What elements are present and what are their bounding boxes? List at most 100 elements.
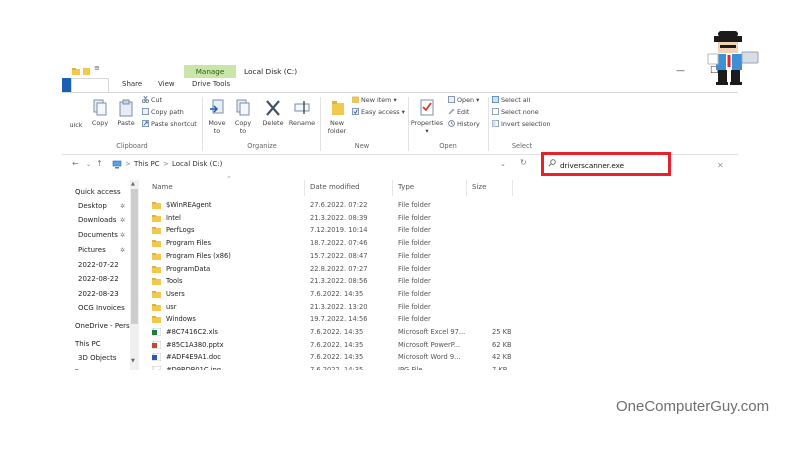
table-row[interactable]: Program Files 18.7.2022. 07:46 File folder	[146, 237, 738, 250]
word-file-icon	[152, 353, 161, 362]
select-all-label: Select all	[501, 96, 531, 104]
table-row[interactable]: Tools 21.3.2022. 08:56 File folder	[146, 275, 738, 288]
edit-button[interactable]: Edit	[448, 108, 469, 116]
back-arrow-icon[interactable]: ←	[72, 159, 79, 168]
nav-item[interactable]: This PC	[75, 340, 101, 348]
nav-item[interactable]: Quick access	[75, 188, 121, 196]
table-row[interactable]: Users 7.6.2022. 14:35 File folder	[146, 288, 738, 301]
tab-view[interactable]: View	[158, 80, 175, 88]
column-header-name[interactable]: Name	[152, 183, 173, 191]
move-to-button[interactable]: Move to	[206, 99, 228, 135]
copy-path-button[interactable]: Copy path	[142, 108, 184, 116]
nav-item[interactable]: 2022-07-22	[78, 261, 119, 269]
address-bar[interactable]: > This PC > Local Disk (C:)	[112, 157, 512, 172]
table-row[interactable]: usr 21.3.2022. 13:20 File folder	[146, 301, 738, 314]
column-divider[interactable]	[512, 180, 513, 196]
nav-item[interactable]: Documents	[78, 231, 118, 239]
select-none-button[interactable]: Select none	[492, 108, 539, 116]
nav-item[interactable]: s	[75, 367, 79, 370]
minimize-icon[interactable]: —	[676, 66, 685, 76]
tab-manage[interactable]: Manage	[184, 65, 236, 78]
nav-item[interactable]: Desktop	[78, 202, 107, 210]
folder-icon	[152, 214, 161, 222]
nav-item[interactable]: Downloads	[78, 216, 116, 224]
tab-drive-tools[interactable]: Drive Tools	[192, 80, 230, 88]
scroll-down-icon[interactable]: ▼	[131, 358, 135, 364]
table-row[interactable]: PerfLogs 7.12.2019. 10:14 File folder	[146, 224, 738, 237]
file-name-cell: #D9BDB01C.jpg	[166, 366, 221, 370]
pin-icon[interactable]: ✲	[120, 247, 125, 254]
column-header-date[interactable]: Date modified	[310, 183, 360, 191]
column-header-type[interactable]: Type	[398, 183, 414, 191]
new-folder-button[interactable]: New folder	[324, 99, 350, 135]
column-divider[interactable]	[466, 180, 467, 196]
table-row[interactable]: #ADF4E9A1.doc 7.6.2022. 14:35 Microsoft Wo…	[146, 351, 738, 364]
rename-button[interactable]: Rename	[288, 99, 316, 127]
pin-quick-access-button[interactable]: uick	[62, 121, 90, 129]
nav-item[interactable]: 3D Objects	[78, 354, 117, 362]
table-row[interactable]: #D9BDB01C.jpg 7.6.2022. 14:35 JPG File 7 KB	[146, 364, 738, 370]
nav-scrollbar[interactable]: ▲ ▼	[130, 180, 139, 370]
easy-access-button[interactable]: Easy access ▾	[352, 108, 405, 116]
date-modified-cell: 21.3.2022. 08:39	[310, 213, 368, 222]
pin-icon[interactable]: ✲	[120, 203, 125, 210]
file-name-cell: $WinREAgent	[166, 201, 212, 209]
new-item-button[interactable]: New item ▾	[352, 96, 397, 104]
paste-shortcut-button[interactable]: Paste shortcut	[142, 120, 197, 128]
invert-selection-button[interactable]: Invert selection	[492, 120, 551, 128]
recent-locations-icon[interactable]: ⌄	[86, 161, 91, 168]
address-dropdown-icon[interactable]: ⌄	[500, 160, 506, 168]
tab-home[interactable]	[71, 78, 109, 93]
table-row[interactable]: ProgramData 22.8.2022. 07:27 File folder	[146, 263, 738, 276]
file-type-cell: JPG File	[398, 366, 423, 370]
nav-item[interactable]: OCG Invoices	[78, 304, 125, 312]
pin-icon[interactable]: ✲	[120, 217, 125, 224]
pin-icon[interactable]: ✲	[120, 232, 125, 239]
quick-access-folder-icon[interactable]	[83, 67, 90, 75]
table-row[interactable]: $WinREAgent 27.6.2022. 07:22 File folder	[146, 199, 738, 212]
scroll-up-icon[interactable]: ▲	[131, 181, 135, 187]
file-type-cell: File folder	[398, 315, 431, 324]
table-row[interactable]: Program Files (x86) 15.7.2022. 08:47 File …	[146, 250, 738, 263]
open-button[interactable]: Open ▾	[448, 96, 479, 104]
column-divider[interactable]	[304, 180, 305, 196]
tab-share[interactable]: Share	[122, 80, 142, 88]
paste-button[interactable]: Paste	[114, 99, 138, 127]
column-divider[interactable]	[392, 180, 393, 196]
nav-item[interactable]: Pictures	[78, 246, 106, 254]
breadcrumb-this-pc[interactable]: This PC	[134, 160, 160, 168]
nav-item[interactable]: 2022-08-22	[78, 275, 119, 283]
column-header-size[interactable]: Size	[472, 183, 486, 191]
table-row[interactable]: Windows 19.7.2022. 14:56 File folder	[146, 313, 738, 326]
file-name-cell: Program Files	[166, 239, 212, 248]
nav-item[interactable]: OneDrive - Person	[75, 322, 138, 330]
file-type-cell: Microsoft Excel 97...	[398, 328, 466, 336]
sort-ascending-icon: ⌃	[226, 175, 232, 183]
copy-button[interactable]: Copy	[89, 99, 111, 127]
cut-button[interactable]: Cut	[142, 96, 162, 104]
select-all-button[interactable]: Select all	[492, 96, 530, 104]
customize-quick-access-icon[interactable]: ≡	[94, 64, 100, 72]
folder-icon	[152, 252, 161, 260]
paste-icon	[119, 99, 133, 117]
clear-search-icon[interactable]: ✕	[717, 161, 724, 170]
nav-scroll-thumb[interactable]	[131, 189, 138, 324]
folder-icon	[152, 202, 161, 209]
search-input[interactable]	[560, 159, 660, 171]
file-type-cell: File folder	[398, 201, 431, 209]
up-arrow-icon[interactable]: ↑	[96, 159, 103, 168]
refresh-icon[interactable]: ↻	[520, 158, 527, 167]
tab-file[interactable]	[62, 78, 71, 92]
table-row[interactable]: #8C7416C2.xls 7.6.2022. 14:35 Microsoft Ex…	[146, 326, 738, 339]
table-row[interactable]: #85C1A380.pptx 7.6.2022. 14:35 Microsoft P…	[146, 339, 738, 352]
select-none-label: Select none	[501, 108, 539, 116]
delete-icon	[266, 100, 280, 116]
nav-item[interactable]: 2022-08-23	[78, 290, 119, 298]
folder-icon	[152, 265, 161, 273]
properties-button[interactable]: Properties ▾	[410, 99, 444, 135]
delete-button[interactable]: Delete	[260, 99, 286, 127]
table-row[interactable]: Intel 21.3.2022. 08:39 File folder	[146, 212, 738, 225]
history-button[interactable]: History	[448, 120, 480, 128]
copy-to-button[interactable]: Copy to	[232, 99, 254, 135]
breadcrumb-local-disk[interactable]: Local Disk (C:)	[172, 160, 222, 168]
